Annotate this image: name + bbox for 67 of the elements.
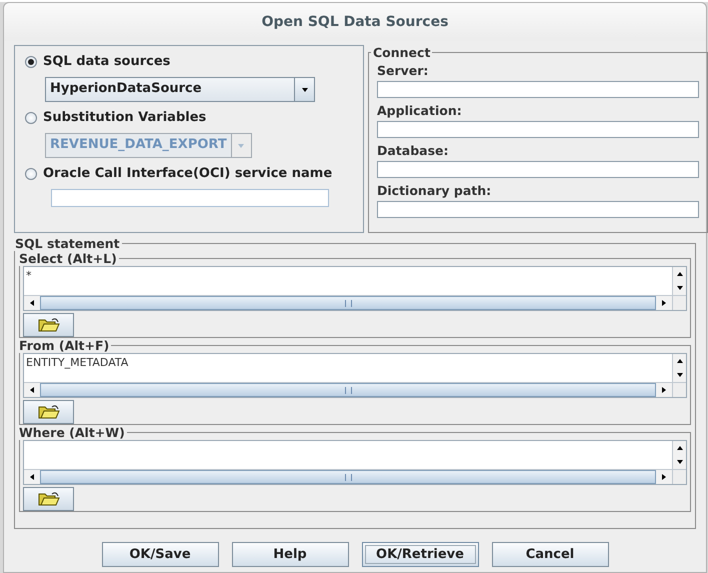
dialog-button[interactable]: Help [232, 542, 348, 567]
up-arrow-icon [676, 270, 684, 278]
field-label: Application: [377, 103, 463, 118]
scroll-left-button[interactable] [24, 470, 40, 484]
group-title: SQL statement [14, 236, 121, 251]
input-field[interactable] [377, 201, 699, 218]
right-arrow-icon [660, 299, 668, 307]
left-arrow-icon [28, 386, 36, 394]
dialog-button[interactable]: Cancel [492, 542, 608, 567]
open-file-button[interactable] [23, 400, 74, 424]
dropdown[interactable]: HyperionDataSource [45, 77, 315, 102]
scrollbar-corner [672, 382, 686, 397]
window-title: Open SQL Data Sources [262, 14, 448, 30]
caret-icon [237, 142, 246, 150]
dialog-button[interactable]: OK/Retrieve [362, 542, 478, 567]
input-field[interactable] [51, 189, 329, 207]
input-field[interactable] [377, 81, 699, 98]
caret-icon [300, 86, 308, 94]
field-label: Database: [377, 143, 450, 158]
down-arrow-icon [676, 458, 684, 466]
scroll-up-button[interactable] [673, 354, 686, 368]
sql-text-area[interactable]: ENTITY_METADATA [23, 353, 687, 398]
field-label: Dictionary path: [377, 183, 492, 198]
clause-title: From (Alt+F) [18, 338, 110, 353]
open-file-button[interactable] [23, 313, 74, 337]
scrollbar-corner [672, 295, 686, 310]
vertical-scrollbar[interactable] [672, 441, 686, 469]
sql-text-area[interactable]: * [23, 266, 687, 311]
option-label: Oracle Call Interface(OCI) service name [43, 166, 332, 181]
sql-text: * [26, 269, 32, 282]
sql-text: ENTITY_METADATA [26, 356, 128, 369]
scroll-left-button[interactable] [24, 296, 40, 310]
right-arrow-icon [660, 473, 668, 481]
folder-icon [38, 491, 60, 507]
scroll-right-button[interactable] [656, 470, 672, 484]
input-field[interactable] [377, 161, 699, 178]
scroll-left-button[interactable] [24, 383, 40, 397]
vertical-scrollbar[interactable] [672, 354, 686, 382]
option-label: Substitution Variables [43, 110, 206, 125]
option-label: SQL data sources [43, 54, 170, 69]
right-arrow-icon [660, 386, 668, 394]
vertical-scrollbar[interactable] [672, 267, 686, 295]
field-label: Server: [377, 63, 430, 78]
dialog-button[interactable]: OK/Save [102, 542, 218, 567]
scroll-down-button[interactable] [673, 455, 686, 469]
radio-button[interactable] [25, 56, 37, 68]
open-file-button[interactable] [23, 487, 74, 511]
scroll-down-button[interactable] [673, 368, 686, 382]
folder-icon [38, 317, 60, 333]
scroll-right-button[interactable] [656, 296, 672, 310]
folder-icon [38, 404, 60, 420]
group-title: Connect [372, 45, 432, 60]
radio-button[interactable] [25, 168, 37, 180]
scroll-up-button[interactable] [673, 441, 686, 455]
up-arrow-icon [676, 357, 684, 365]
clause-title: Select (Alt+L) [18, 251, 118, 266]
scroll-up-button[interactable] [673, 267, 686, 281]
down-arrow-icon [676, 371, 684, 379]
down-arrow-icon [676, 284, 684, 292]
scrollbar-corner [672, 469, 686, 484]
scroll-right-button[interactable] [656, 383, 672, 397]
left-arrow-icon [28, 299, 36, 307]
scroll-down-button[interactable] [673, 281, 686, 295]
up-arrow-icon [676, 444, 684, 452]
clause-title: Where (Alt+W) [18, 425, 126, 440]
input-field[interactable] [377, 121, 699, 138]
left-arrow-icon [28, 473, 36, 481]
